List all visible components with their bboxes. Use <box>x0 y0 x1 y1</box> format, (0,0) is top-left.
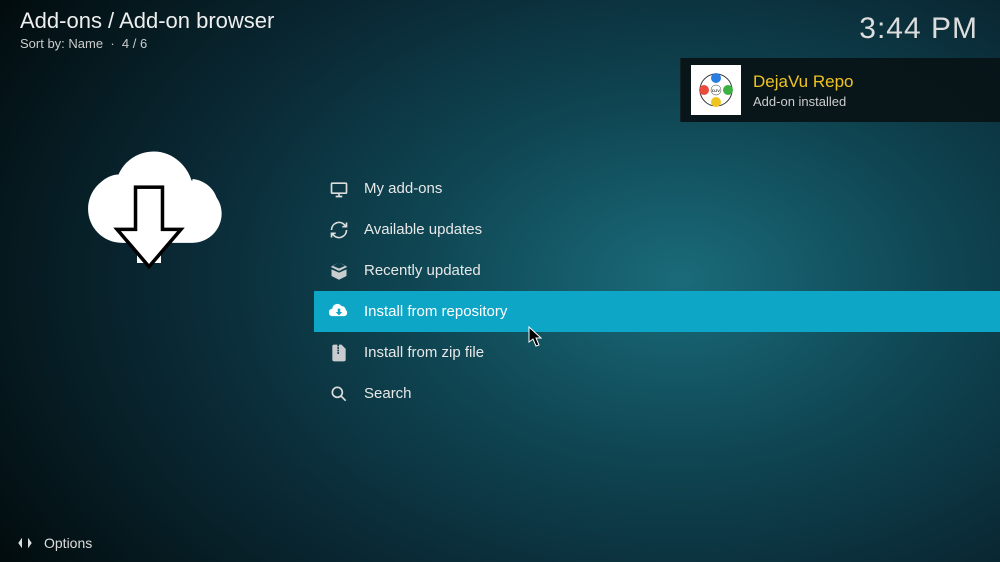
dejavu-repo-icon: DJV <box>691 65 741 115</box>
notification-toast[interactable]: DJV DejaVu Repo Add-on installed <box>680 58 1000 122</box>
options-arrows-icon <box>16 534 34 552</box>
sort-value[interactable]: Name <box>68 36 103 51</box>
menu-label: Recently updated <box>364 262 481 279</box>
zip-file-icon <box>328 342 350 364</box>
cloud-download-large-icon <box>74 128 224 278</box>
toast-text: DejaVu Repo Add-on installed <box>753 72 854 109</box>
menu-item-recently-updated[interactable]: Recently updated <box>314 250 1000 291</box>
options-label: Options <box>44 535 92 551</box>
menu-item-my-addons[interactable]: My add-ons <box>314 168 1000 209</box>
menu-label: Search <box>364 385 412 402</box>
sort-line: Sort by: Name · 4 / 6 <box>20 36 980 51</box>
menu-list: My add-ons Available updates Recently up… <box>314 168 1000 414</box>
menu-item-install-from-repository[interactable]: Install from repository <box>314 291 1000 332</box>
sort-prefix: Sort by: <box>20 36 68 51</box>
toast-title: DejaVu Repo <box>753 72 854 92</box>
refresh-icon <box>328 219 350 241</box>
header: Add-ons / Add-on browser Sort by: Name ·… <box>20 8 980 51</box>
cloud-download-icon <box>328 301 350 323</box>
menu-item-search[interactable]: Search <box>314 373 1000 414</box>
svg-text:DJV: DJV <box>712 88 720 93</box>
footer-options[interactable]: Options <box>16 534 92 552</box>
list-position: 4 / 6 <box>122 36 147 51</box>
tv-icon <box>328 178 350 200</box>
breadcrumb: Add-ons / Add-on browser <box>20 8 980 34</box>
clock: 3:44 PM <box>859 12 978 46</box>
menu-item-install-from-zip[interactable]: Install from zip file <box>314 332 1000 373</box>
search-icon <box>328 383 350 405</box>
sort-separator: · <box>107 36 122 51</box>
menu-label: Available updates <box>364 221 482 238</box>
menu-item-available-updates[interactable]: Available updates <box>314 209 1000 250</box>
menu-label: Install from repository <box>364 303 507 320</box>
toast-subtitle: Add-on installed <box>753 94 854 109</box>
menu-label: Install from zip file <box>364 344 484 361</box>
box-open-icon <box>328 260 350 282</box>
menu-label: My add-ons <box>364 180 442 197</box>
